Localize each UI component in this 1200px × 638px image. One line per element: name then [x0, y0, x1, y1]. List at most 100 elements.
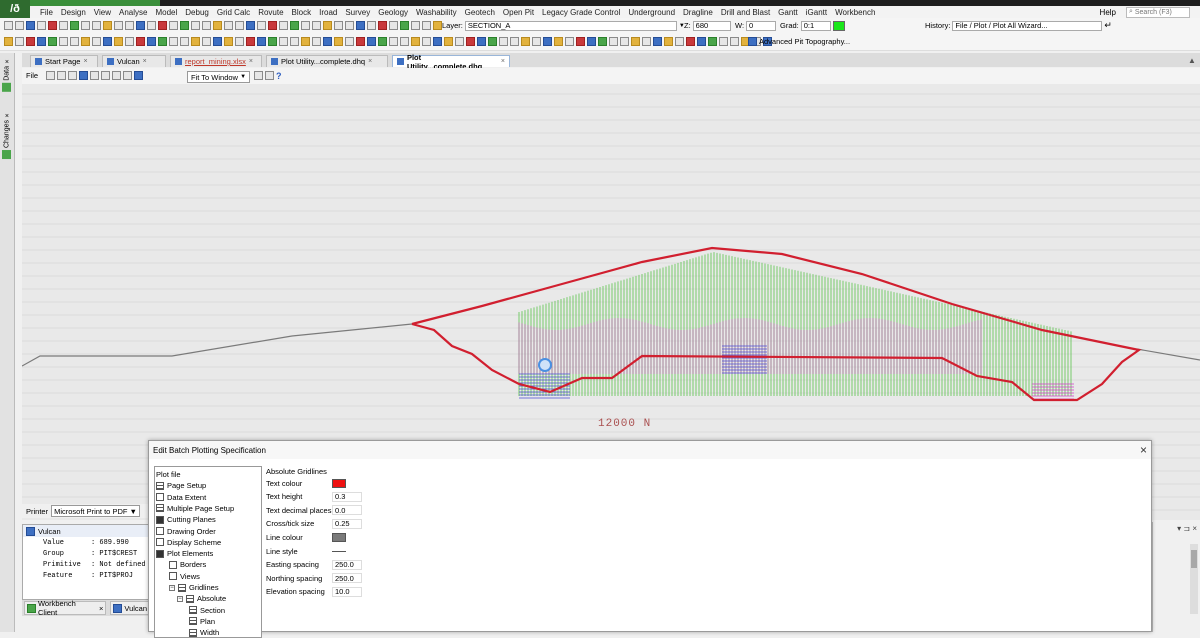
z-input[interactable]: 680 — [692, 20, 731, 31]
layer-field[interactable]: Layer: SECTION_A ▼ — [442, 20, 685, 31]
toolbar-icon[interactable] — [180, 21, 189, 30]
toolbar-icon[interactable] — [191, 37, 200, 46]
toolbar-icon[interactable] — [180, 37, 189, 46]
toolbar-icon[interactable] — [488, 37, 497, 46]
toolbar-icon[interactable] — [323, 37, 332, 46]
enter-icon[interactable]: ↵ — [1104, 20, 1112, 31]
w-input[interactable]: 0 — [746, 20, 777, 31]
toolbar-icon[interactable] — [70, 21, 79, 30]
toolbar-icon[interactable] — [4, 37, 13, 46]
close-icon[interactable]: × — [83, 58, 87, 65]
view-icon[interactable] — [101, 71, 110, 80]
layer-select[interactable]: SECTION_A — [464, 20, 677, 31]
toolbar-icon[interactable] — [422, 21, 431, 30]
toolbar-icon[interactable] — [15, 21, 24, 30]
printer-select[interactable]: Microsoft Print to PDF ▼ — [51, 505, 140, 517]
view-file-menu[interactable]: File — [26, 71, 38, 80]
toolbar-icon[interactable] — [59, 37, 68, 46]
toolbar-icon[interactable] — [92, 21, 101, 30]
menu-item[interactable]: Iroad — [319, 8, 337, 17]
toolbar-icon[interactable] — [26, 21, 35, 30]
tree-node[interactable]: − Gridlines — [169, 582, 219, 593]
color-swatch[interactable] — [332, 532, 346, 542]
tree-node[interactable]: Width — [189, 627, 219, 638]
toolbar-icon[interactable] — [48, 37, 57, 46]
toolbar-icon[interactable] — [213, 21, 222, 30]
toolbar-icon[interactable] — [301, 21, 310, 30]
toolbar-icon[interactable] — [279, 37, 288, 46]
toolbar-icon[interactable] — [642, 37, 651, 46]
toolbar-icon[interactable] — [609, 37, 618, 46]
fit-to-window-select[interactable]: Fit To Window ▼ — [187, 71, 251, 83]
menu-item[interactable]: Block — [292, 8, 312, 17]
scrollbar[interactable] — [1190, 544, 1198, 614]
property-value-input[interactable]: 0.25 — [332, 518, 362, 529]
help-menu[interactable]: Help — [1100, 8, 1116, 17]
toolbar-icon[interactable] — [587, 37, 596, 46]
toolbar-icon[interactable] — [125, 21, 134, 30]
toolbar-icon[interactable] — [169, 37, 178, 46]
tab-document[interactable]: Start Page × — [30, 55, 98, 67]
toolbar-icon[interactable] — [312, 37, 321, 46]
toolbar-icon[interactable] — [257, 21, 266, 30]
side-tab-changes[interactable]: Changes × — [1, 111, 13, 160]
toolbar-icon[interactable] — [169, 21, 178, 30]
toolbar-icon[interactable] — [235, 37, 244, 46]
toolbar-icon[interactable] — [301, 37, 310, 46]
toolbar-icon[interactable] — [554, 37, 563, 46]
toolbar-icon[interactable] — [664, 37, 673, 46]
z-field[interactable]: Z: 680 — [684, 20, 731, 31]
toolbar-icon[interactable] — [26, 37, 35, 46]
menu-item[interactable]: Rovute — [258, 8, 283, 17]
property-value-input[interactable]: 10.0 — [332, 586, 362, 597]
toolbar-icon[interactable] — [378, 21, 387, 30]
tree-node[interactable]: − Absolute — [177, 593, 226, 604]
toolbar-icon[interactable] — [400, 21, 409, 30]
toolbar-icon[interactable] — [334, 21, 343, 30]
topography-button[interactable]: Advanced Pit Topography... — [748, 36, 850, 47]
toolbar-icon[interactable] — [411, 21, 420, 30]
toolbar-icon[interactable] — [147, 21, 156, 30]
toolbar-icon[interactable] — [686, 37, 695, 46]
close-icon[interactable]: × — [4, 57, 11, 64]
toolbar-icon[interactable] — [103, 37, 112, 46]
toolbar-icon[interactable] — [697, 37, 706, 46]
collapse-icon[interactable]: − — [177, 595, 183, 602]
toolbar-icon[interactable] — [224, 37, 233, 46]
grad-input[interactable]: 0:1 — [800, 20, 831, 31]
toolbar-icon[interactable] — [81, 21, 90, 30]
toolbar-icon[interactable] — [279, 21, 288, 30]
toolbar-icon[interactable] — [378, 37, 387, 46]
menu-item[interactable]: Model — [155, 8, 177, 17]
toolbar-icon[interactable] — [367, 37, 376, 46]
app-logo[interactable]: /ð — [0, 0, 30, 18]
close-icon[interactable]: × — [143, 58, 147, 65]
menu-item[interactable]: Geotech — [465, 8, 495, 17]
tree-node[interactable]: Views — [169, 571, 200, 582]
toolbar-icon[interactable] — [356, 37, 365, 46]
toolbar-icon[interactable] — [510, 37, 519, 46]
menu-item[interactable]: Design — [61, 8, 86, 17]
toolbar-icon[interactable] — [708, 37, 717, 46]
menu-item[interactable]: Underground — [628, 8, 675, 17]
view-icon[interactable] — [123, 71, 132, 80]
toolbar-icon[interactable] — [70, 37, 79, 46]
tree-node[interactable]: Section — [189, 605, 225, 616]
toolbar-icon[interactable] — [158, 37, 167, 46]
toolbar-icon[interactable] — [312, 21, 321, 30]
toolbar-icon[interactable] — [532, 37, 541, 46]
property-value-input[interactable]: 0.3 — [332, 491, 362, 502]
color-swatch-button[interactable] — [832, 20, 845, 31]
toolbar-icon[interactable] — [730, 37, 739, 46]
scroll-thumb[interactable] — [1191, 550, 1197, 568]
toolbar-icon[interactable] — [356, 21, 365, 30]
toolbar-icon[interactable] — [565, 37, 574, 46]
toolbar-icon[interactable] — [235, 21, 244, 30]
view-icon[interactable] — [112, 71, 121, 80]
tab-document[interactable]: report_mining.xlsx × — [170, 55, 262, 67]
toolbar-icon[interactable] — [4, 21, 13, 30]
toolbar-icon[interactable] — [389, 21, 398, 30]
toolbar-icon[interactable] — [631, 37, 640, 46]
toolbar-icon[interactable] — [675, 37, 684, 46]
tree-node[interactable]: Multiple Page Setup — [156, 503, 234, 514]
